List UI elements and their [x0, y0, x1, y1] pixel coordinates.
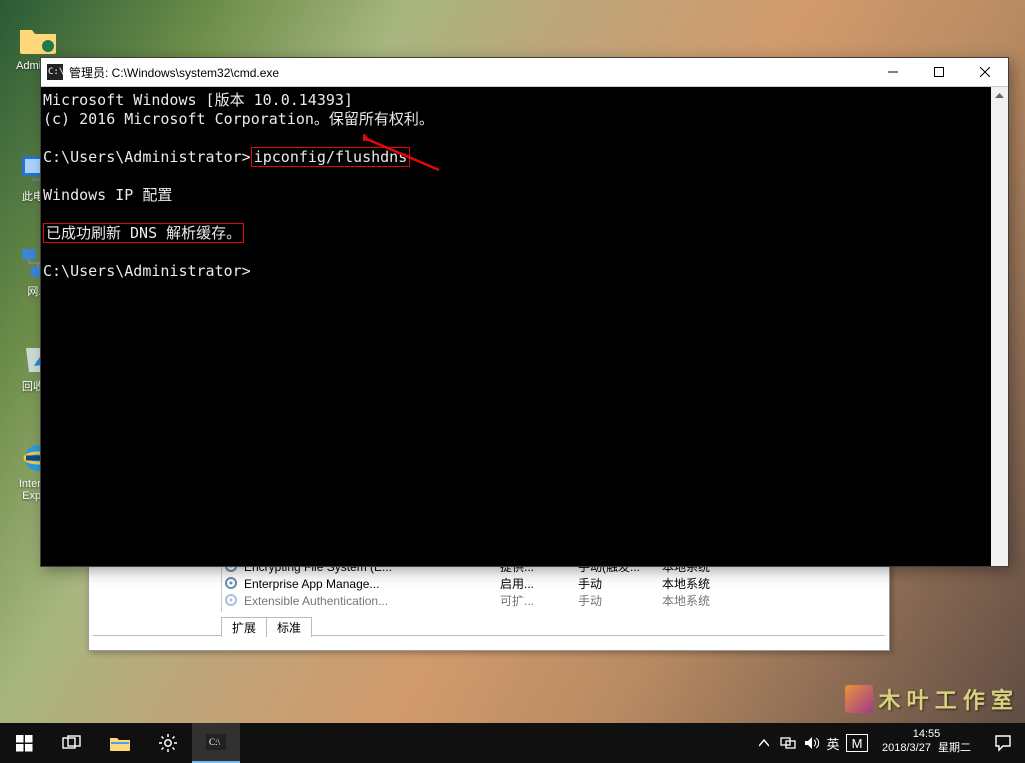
action-center-button[interactable] [981, 723, 1025, 763]
scrollbar[interactable] [991, 87, 1008, 566]
watermark: 木 叶 工 作 室 [845, 683, 1013, 715]
tab-separator [93, 635, 885, 636]
cmd-icon [47, 64, 63, 80]
tray-volume-icon[interactable] [800, 723, 824, 763]
prompt: C:\Users\Administrator> [43, 148, 251, 166]
watermark-text: 木 叶 工 作 室 [879, 683, 1013, 715]
term-line: Windows IP 配置 [43, 186, 985, 205]
window-title: 管理员: C:\Windows\system32\cmd.exe [69, 64, 870, 81]
tab-standard[interactable]: 标准 [266, 617, 312, 637]
maximize-button[interactable] [916, 58, 962, 87]
taskview-button[interactable] [48, 723, 96, 763]
taskbar-clock[interactable]: 14:55 2018/3/27 星期二 [872, 723, 981, 763]
term-success-line: 已成功刷新 DNS 解析缓存。 [43, 224, 985, 243]
term-prompt-line: C:\Users\Administrator>ipconfig/flushdns [43, 148, 985, 167]
taskbar[interactable]: C:\ 英 M 14:55 2018/3/27 星期二 [0, 723, 1025, 763]
service-name: Enterprise App Manage... [244, 576, 500, 593]
highlighted-result: 已成功刷新 DNS 解析缓存。 [43, 223, 244, 243]
tab-extended[interactable]: 扩展 [221, 617, 266, 637]
taskbar-spacer [240, 723, 752, 763]
ime-language[interactable]: 英 [824, 723, 842, 763]
cmd-window[interactable]: 管理员: C:\Windows\system32\cmd.exe Microso… [40, 57, 1009, 567]
term-line: Microsoft Windows [版本 10.0.14393] [43, 91, 985, 110]
gear-icon [224, 593, 240, 610]
taskbar-cmd[interactable]: C:\ [192, 723, 240, 763]
watermark-icon [845, 685, 873, 713]
service-row[interactable]: Enterprise App Manage... 启用... 手动 本地系统 [224, 576, 883, 593]
tray-up-icon[interactable] [752, 723, 776, 763]
highlighted-command: ipconfig/flushdns [251, 147, 411, 167]
close-button[interactable] [962, 58, 1008, 87]
gear-icon [224, 576, 240, 593]
clock-weekday: 星期二 [938, 741, 971, 755]
start-button[interactable] [0, 723, 48, 763]
service-desc: 可扩... [500, 593, 578, 610]
taskbar-explorer[interactable] [96, 723, 144, 763]
terminal-area[interactable]: Microsoft Windows [版本 10.0.14393] (c) 20… [41, 87, 991, 566]
svg-text:C:\: C:\ [209, 737, 221, 747]
service-logon: 本地系统 [662, 576, 746, 593]
term-line: (c) 2016 Microsoft Corporation。保留所有权利。 [43, 110, 985, 129]
service-mode: 手动 [578, 576, 662, 593]
service-mode: 手动 [578, 593, 662, 610]
ime-mode[interactable]: M [846, 734, 868, 752]
taskbar-settings[interactable] [144, 723, 192, 763]
tray-network-icon[interactable] [776, 723, 800, 763]
clock-time: 14:55 [882, 727, 971, 741]
service-logon: 本地系统 [662, 593, 746, 610]
services-window[interactable]: Encrypting File System (E... 提供... 手动(触发… [88, 556, 890, 651]
minimize-button[interactable] [870, 58, 916, 87]
system-tray[interactable]: 英 M [752, 723, 872, 763]
service-name: Extensible Authentication... [244, 593, 500, 610]
titlebar[interactable]: 管理员: C:\Windows\system32\cmd.exe [41, 58, 1008, 87]
service-desc: 启用... [500, 576, 578, 593]
clock-date: 2018/3/27 [882, 741, 931, 755]
term-prompt: C:\Users\Administrator> [43, 262, 985, 281]
service-row[interactable]: Extensible Authentication... 可扩... 手动 本地… [224, 593, 883, 610]
